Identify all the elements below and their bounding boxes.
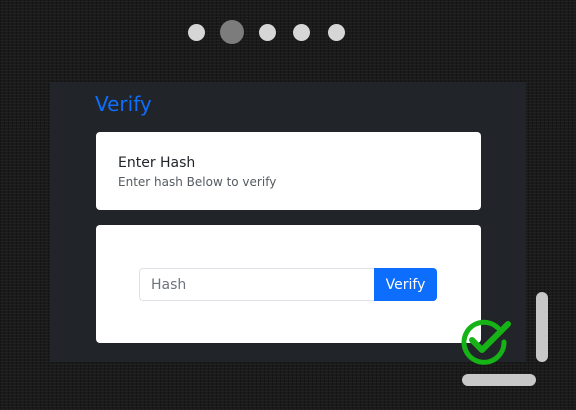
card-heading: Enter Hash (118, 155, 196, 171)
hash-input[interactable] (139, 268, 374, 301)
carousel-dot-4[interactable] (293, 24, 310, 41)
page-title: Verify (95, 92, 152, 116)
carousel-dot-2-active[interactable] (220, 20, 244, 44)
verify-form-card: Verify (96, 225, 481, 343)
carousel-dots (188, 20, 358, 44)
decorative-bar-vertical (536, 292, 548, 362)
verify-panel: Verify Enter Hash Enter hash Below to ve… (50, 82, 526, 362)
carousel-dot-1[interactable] (188, 24, 205, 41)
decorative-bar-horizontal (462, 374, 536, 386)
check-circle-icon (461, 319, 511, 365)
instructions-card: Enter Hash Enter hash Below to verify (96, 132, 481, 210)
hash-input-group: Verify (139, 268, 437, 301)
carousel-dot-5[interactable] (328, 24, 345, 41)
card-subtext: Enter hash Below to verify (118, 175, 277, 189)
carousel-dot-3[interactable] (259, 24, 276, 41)
verify-button[interactable]: Verify (374, 268, 437, 301)
